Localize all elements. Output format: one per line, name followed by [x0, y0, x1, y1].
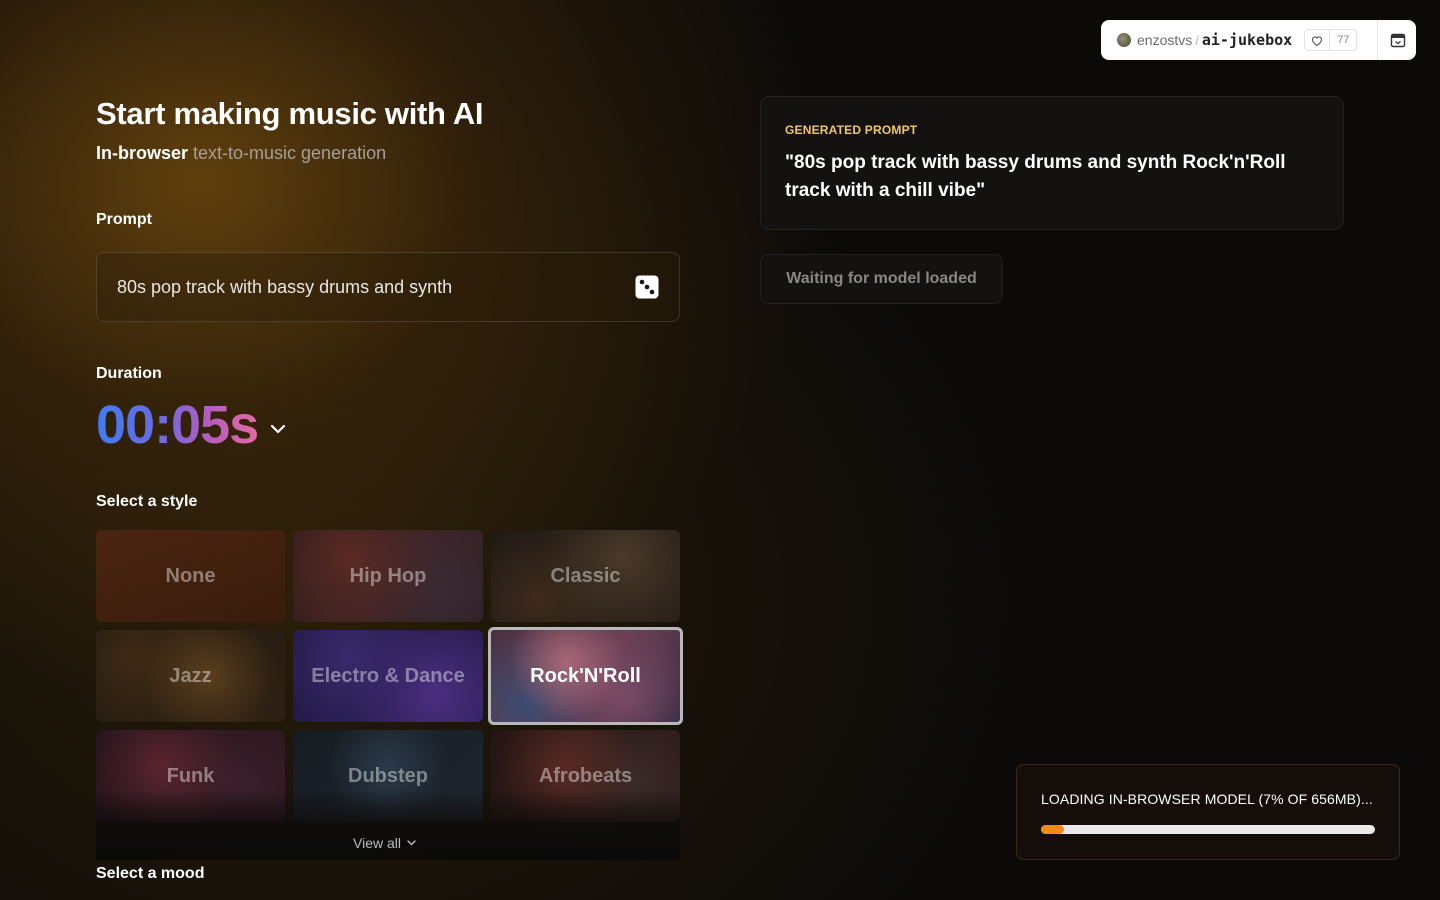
view-all-label: View all [353, 835, 401, 851]
page-title: Start making music with AI [96, 96, 484, 131]
style-tile-rock-n-roll[interactable]: Rock'N'Roll [488, 627, 683, 725]
style-tile-label: None [165, 564, 216, 587]
generated-prompt-label: GENERATED PROMPT [785, 123, 918, 137]
calendar-icon[interactable] [1390, 32, 1406, 48]
style-tile-label: Electro & Dance [311, 664, 465, 687]
heart-icon [1305, 30, 1331, 50]
prompt-label: Prompt [96, 211, 152, 228]
subtitle-bold: In-browser [96, 143, 189, 163]
progress-fill [1041, 825, 1065, 834]
style-tile-label: Dubstep [348, 764, 428, 787]
prompt-field[interactable] [96, 252, 680, 322]
view-all-button[interactable]: View all [353, 835, 416, 851]
style-tile-label: Hip Hop [349, 564, 427, 587]
mood-label: Select a mood [96, 865, 205, 882]
duration-value[interactable]: 00:05s [96, 394, 259, 456]
badge-divider [1377, 20, 1378, 60]
dice-icon[interactable] [635, 275, 659, 299]
space-name[interactable]: ai-jukebox [1202, 31, 1292, 49]
space-owner[interactable]: enzostvs [1137, 32, 1192, 48]
style-tile-hip-hop[interactable]: Hip Hop [293, 530, 483, 622]
loader-text: LOADING IN-BROWSER MODEL (7% OF 656MB)..… [1041, 791, 1373, 807]
style-grid: None Hip Hop Classic Jazz Electro & Danc… [96, 530, 683, 822]
style-tile-none[interactable]: None [96, 530, 285, 622]
style-tile-label: Funk [166, 764, 215, 787]
like-button[interactable]: 77 [1304, 29, 1358, 51]
owner-avatar [1117, 33, 1131, 47]
style-tile-classic[interactable]: Classic [491, 530, 680, 622]
style-label: Select a style [96, 493, 198, 510]
style-tile-label: Classic [550, 564, 621, 587]
style-tile-jazz[interactable]: Jazz [96, 630, 285, 722]
style-tile-label: Jazz [169, 664, 212, 687]
style-tile-label: Rock'N'Roll [530, 664, 641, 687]
subtitle-rest: text-to-music generation [188, 143, 387, 163]
space-badge[interactable]: enzostvs / ai-jukebox 77 [1101, 20, 1416, 60]
chevron-down-icon [407, 840, 416, 846]
prompt-input[interactable] [117, 276, 635, 298]
generated-prompt-card: GENERATED PROMPT "80s pop track with bas… [760, 96, 1344, 230]
space-separator: / [1195, 32, 1199, 48]
duration-selector[interactable]: 00:05s [96, 394, 286, 456]
model-loader: LOADING IN-BROWSER MODEL (7% OF 656MB)..… [1016, 764, 1400, 860]
style-tile-label: Afrobeats [538, 764, 633, 787]
style-tile-electro-dance[interactable]: Electro & Dance [293, 630, 483, 722]
like-count: 77 [1337, 34, 1350, 46]
chevron-down-icon[interactable] [270, 424, 286, 434]
generated-prompt-text: "80s pop track with bassy drums and synt… [785, 152, 1286, 201]
progress-bar [1041, 825, 1375, 834]
page-subtitle: In-browser text-to-music generation [96, 143, 386, 164]
duration-label: Duration [96, 365, 162, 382]
generate-button[interactable]: Waiting for model loaded [760, 254, 1003, 304]
